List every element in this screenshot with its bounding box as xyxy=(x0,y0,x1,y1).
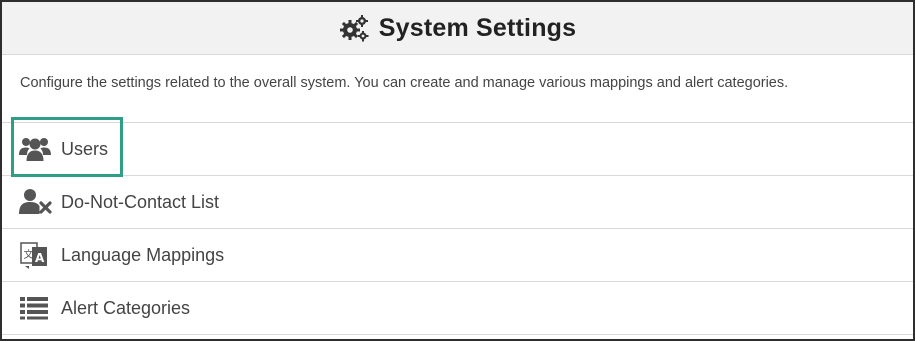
page-description: Configure the settings related to the ov… xyxy=(2,55,913,123)
svg-text:A: A xyxy=(35,251,45,265)
panel-header: System Settings xyxy=(2,2,913,55)
menu-item-label: Language Mappings xyxy=(61,244,225,265)
menu-item-label: Do-Not-Contact List xyxy=(61,191,220,212)
menu-item-language-mappings[interactable]: 文 A Language Mappings xyxy=(2,229,913,282)
user-times-icon xyxy=(19,187,53,217)
menu-item-label: Alert Categories xyxy=(61,297,191,318)
menu-item-alert-categories[interactable]: Alert Categories xyxy=(2,282,913,335)
page-title: System Settings xyxy=(378,13,577,42)
menu-item-label: Users xyxy=(61,138,109,159)
list-icon xyxy=(19,293,53,323)
users-icon xyxy=(19,134,53,164)
menu-item-do-not-contact-list[interactable]: Do-Not-Contact List xyxy=(2,176,913,229)
menu-item-users[interactable]: Users xyxy=(2,117,913,177)
language-icon: 文 A xyxy=(19,240,53,270)
system-settings-panel: System Settings Configure the settings r… xyxy=(0,0,915,341)
settings-menu: Users Do-Not-Contact List 文 A Language M… xyxy=(2,117,913,335)
gears-icon xyxy=(339,13,369,43)
